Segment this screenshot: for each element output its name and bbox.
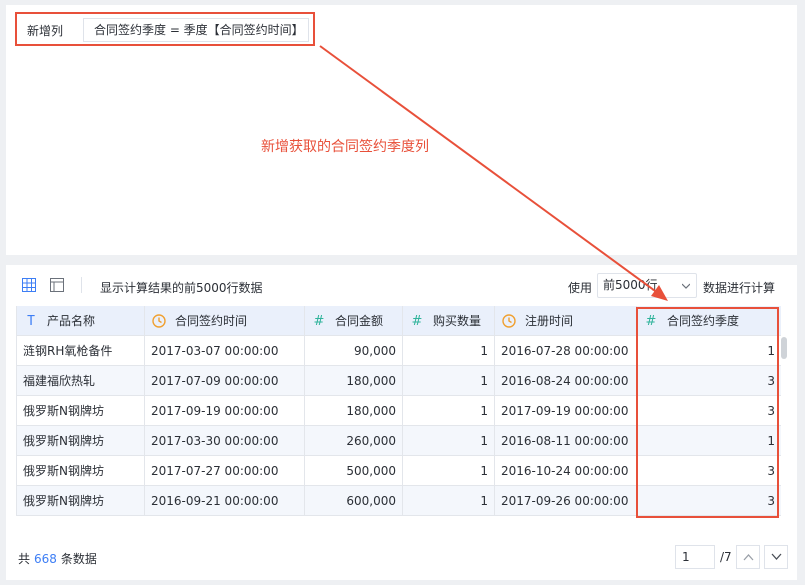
hash-icon: # [645, 314, 657, 329]
preview-info-text: 显示计算结果的前5000行数据 [100, 281, 263, 295]
preview-toolbar: 显示计算结果的前5000行数据 使用 前5000行 数据进行计算 [6, 265, 797, 305]
formula-label: 新增列 [27, 24, 64, 38]
table-cell: 2016-07-28 00:00:00 [495, 336, 637, 366]
table-row[interactable]: 俄罗斯N钢牌坊 2017-09-19 00:00:00 180,000 1 20… [17, 396, 781, 426]
table-cell: 90,000 [305, 336, 403, 366]
table-cell: 2017-09-26 00:00:00 [495, 486, 637, 516]
total-pages: /7 [720, 550, 732, 564]
table-cell: 福建福欣热轧 [17, 366, 145, 396]
column-header[interactable]: # 合同签约季度 [637, 306, 781, 336]
chevron-up-icon [743, 554, 754, 561]
table-cell: 2017-07-27 00:00:00 [145, 456, 305, 486]
formula-panel: 新增列 合同签约季度 = 季度【合同签约时间】 [6, 5, 797, 255]
table-cell: 1 [637, 336, 781, 366]
table-cell: 2017-09-19 00:00:00 [145, 396, 305, 426]
table-cell: 俄罗斯N钢牌坊 [17, 426, 145, 456]
table-cell: 1 [403, 336, 495, 366]
row-limit-select[interactable]: 前5000行 [597, 273, 697, 298]
table-row[interactable]: 俄罗斯N钢牌坊 2017-07-27 00:00:00 500,000 1 20… [17, 456, 781, 486]
text-type-icon: T [27, 314, 35, 329]
annotation-text: 新增获取的合同签约季度列 [261, 139, 429, 155]
use-label: 使用 [568, 281, 593, 295]
chevron-down-icon [771, 553, 782, 560]
table-cell: 3 [637, 456, 781, 486]
calc-label: 数据进行计算 [703, 281, 776, 295]
layout-view-icon[interactable] [50, 278, 64, 292]
preview-panel: 显示计算结果的前5000行数据 使用 前5000行 数据进行计算 T 产品名称 合… [6, 265, 797, 580]
table-cell: 2017-09-19 00:00:00 [495, 396, 637, 426]
table-cell: 1 [403, 486, 495, 516]
table-cell: 600,000 [305, 486, 403, 516]
column-header[interactable]: 合同签约时间 [145, 306, 305, 336]
clock-icon [501, 310, 517, 335]
chevron-down-icon [682, 283, 690, 289]
column-header[interactable]: T 产品名称 [17, 306, 145, 336]
hash-icon: # [411, 314, 423, 329]
table-cell: 2017-03-30 00:00:00 [145, 426, 305, 456]
page-input[interactable]: 1 [675, 545, 715, 569]
formula-highlight-box: 新增列 合同签约季度 = 季度【合同签约时间】 [15, 12, 315, 46]
table-cell: 1 [403, 396, 495, 426]
table-row[interactable]: 俄罗斯N钢牌坊 2017-03-30 00:00:00 260,000 1 20… [17, 426, 781, 456]
formula-input[interactable]: 合同签约季度 = 季度【合同签约时间】 [83, 18, 309, 42]
table-cell: 260,000 [305, 426, 403, 456]
table-header-row: T 产品名称 合同签约时间 # 合同金额 # 购买数量 注册时间 # 合同签约季度 [17, 306, 781, 336]
record-count: 668 [34, 552, 57, 566]
table-cell: 2017-07-09 00:00:00 [145, 366, 305, 396]
toolbar-divider [81, 277, 82, 293]
column-header[interactable]: # 购买数量 [403, 306, 495, 336]
prev-page-button[interactable] [736, 545, 760, 569]
table-cell: 1 [403, 456, 495, 486]
table-cell: 1 [403, 426, 495, 456]
table-view-icon[interactable] [22, 278, 36, 292]
data-table: T 产品名称 合同签约时间 # 合同金额 # 购买数量 注册时间 # 合同签约季度 涟钢… [16, 306, 781, 516]
row-limit-value: 前5000行 [603, 278, 658, 292]
table-cell: 涟钢RH氧枪备件 [17, 336, 145, 366]
table-cell: 2016-08-24 00:00:00 [495, 366, 637, 396]
table-row[interactable]: 俄罗斯N钢牌坊 2016-09-21 00:00:00 600,000 1 20… [17, 486, 781, 516]
table-row[interactable]: 涟钢RH氧枪备件 2017-03-07 00:00:00 90,000 1 20… [17, 336, 781, 366]
pagination-footer: 共 668 条数据 1 /7 [6, 540, 797, 572]
table-cell: 180,000 [305, 396, 403, 426]
table-row[interactable]: 福建福欣热轧 2017-07-09 00:00:00 180,000 1 201… [17, 366, 781, 396]
table-scrollbar[interactable] [781, 337, 787, 359]
table-cell: 2016-09-21 00:00:00 [145, 486, 305, 516]
column-header[interactable]: # 合同金额 [305, 306, 403, 336]
table-cell: 俄罗斯N钢牌坊 [17, 456, 145, 486]
table-cell: 2017-03-07 00:00:00 [145, 336, 305, 366]
hash-icon: # [313, 314, 325, 329]
table-cell: 1 [403, 366, 495, 396]
table-cell: 俄罗斯N钢牌坊 [17, 486, 145, 516]
column-header[interactable]: 注册时间 [495, 306, 637, 336]
clock-icon [151, 310, 167, 335]
table-cell: 2016-08-11 00:00:00 [495, 426, 637, 456]
table-cell: 180,000 [305, 366, 403, 396]
table-cell: 2016-10-24 00:00:00 [495, 456, 637, 486]
table-cell: 俄罗斯N钢牌坊 [17, 396, 145, 426]
table-cell: 3 [637, 366, 781, 396]
total-count: 共 668 条数据 [18, 552, 97, 566]
next-page-button[interactable] [764, 545, 788, 569]
table-cell: 3 [637, 486, 781, 516]
table-cell: 3 [637, 396, 781, 426]
table-cell: 500,000 [305, 456, 403, 486]
table-cell: 1 [637, 426, 781, 456]
